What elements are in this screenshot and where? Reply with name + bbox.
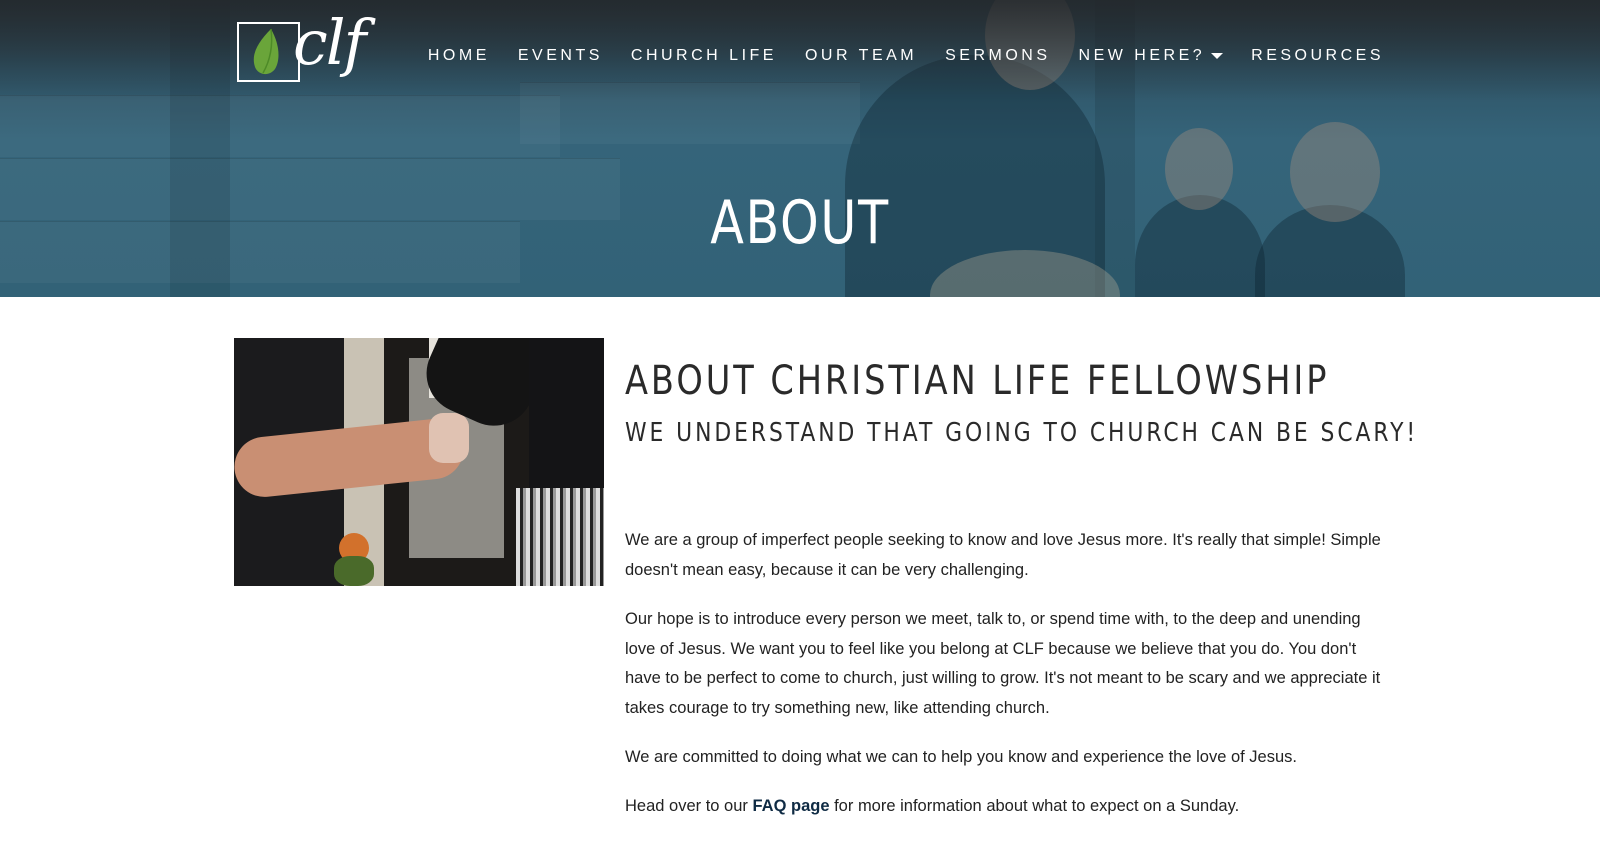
paragraph-hope: Our hope is to introduce every person we… [625, 610, 1381, 717]
nav-new-here-label: NEW HERE? [1078, 47, 1206, 64]
nav-church-life[interactable]: CHURCH LIFE [631, 47, 777, 65]
about-content: ABOUT CHRISTIAN LIFE FELLOWSHIP WE UNDER… [625, 358, 1419, 815]
section-heading: ABOUT CHRISTIAN LIFE FELLOWSHIP [625, 358, 1330, 404]
section-subheading: WE UNDERSTAND THAT GOING TO CHURCH CAN B… [625, 418, 1419, 448]
paragraph-commitment: We are committed to doing what we can to… [625, 748, 1297, 766]
faq-text-after: for more information about what to expec… [829, 797, 1240, 815]
nav-home[interactable]: HOME [428, 47, 490, 65]
page-title: ABOUT [710, 188, 890, 258]
nav-resources[interactable]: RESOURCES [1251, 47, 1384, 65]
logo-text: clf [293, 6, 366, 79]
faq-text-before: Head over to our [625, 797, 753, 815]
main-nav: HOME EVENTS CHURCH LIFE OUR TEAM SERMONS… [400, 47, 1384, 65]
caret-down-icon [1211, 53, 1224, 59]
handshake-photo [234, 338, 604, 586]
paragraph-faq: Head over to our FAQ page for more infor… [625, 792, 1385, 822]
clf-logo[interactable]: clf [237, 12, 366, 82]
paragraph-intro: We are a group of imperfect people seeki… [625, 531, 1381, 579]
nav-sermons[interactable]: SERMONS [945, 47, 1050, 65]
nav-new-here[interactable]: NEW HERE? [1079, 47, 1224, 65]
green-leaf-icon [253, 28, 279, 75]
nav-our-team[interactable]: OUR TEAM [805, 47, 917, 65]
faq-link[interactable]: FAQ page [753, 797, 830, 815]
nav-events[interactable]: EVENTS [518, 47, 603, 65]
